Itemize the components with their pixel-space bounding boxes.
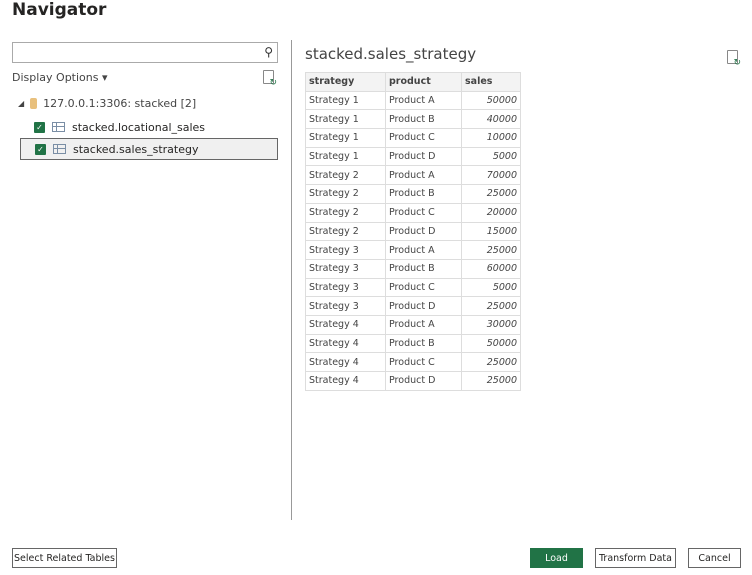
table-row: Strategy 4 Product C 25000 bbox=[305, 352, 521, 372]
table-cell: Strategy 2 bbox=[305, 184, 386, 204]
table-cell: Product D bbox=[385, 146, 462, 167]
column-header: sales bbox=[461, 72, 521, 92]
table-cell: Strategy 3 bbox=[305, 277, 386, 298]
table-row: Strategy 1 Product A 50000 bbox=[305, 90, 521, 111]
search-input[interactable]: ⚲ bbox=[12, 42, 278, 63]
table-cell: Product B bbox=[385, 109, 462, 130]
table-row: Strategy 2 Product C 20000 bbox=[305, 202, 521, 223]
table-cell: Product C bbox=[385, 277, 462, 298]
tree-item-locational-sales[interactable]: ✓ stacked.locational_sales bbox=[20, 116, 278, 138]
table-icon bbox=[52, 122, 65, 132]
table-row: Strategy 3 Product C 5000 bbox=[305, 277, 521, 298]
table-cell: Strategy 4 bbox=[305, 314, 386, 335]
column-header: strategy bbox=[305, 72, 386, 92]
column-header: product bbox=[385, 72, 462, 92]
table-row: Strategy 4 Product B 50000 bbox=[305, 333, 521, 354]
pane-divider[interactable] bbox=[291, 40, 292, 520]
tree-item-sales-strategy[interactable]: ✓ stacked.sales_strategy bbox=[20, 138, 278, 160]
table-cell: 25000 bbox=[461, 296, 521, 316]
table-cell: Product B bbox=[385, 184, 462, 204]
table-row: Strategy 3 Product D 25000 bbox=[305, 296, 521, 316]
table-cell: 30000 bbox=[461, 314, 521, 335]
table-row: Strategy 3 Product A 25000 bbox=[305, 240, 521, 260]
table-cell: 25000 bbox=[461, 184, 521, 204]
table-cell: Product D bbox=[385, 221, 462, 242]
table-cell: 25000 bbox=[461, 352, 521, 372]
table-row: Strategy 2 Product D 15000 bbox=[305, 221, 521, 242]
table-cell: 70000 bbox=[461, 165, 521, 186]
display-options-dropdown[interactable]: Display Options ▾ bbox=[12, 71, 108, 84]
load-button[interactable]: Load bbox=[530, 548, 583, 568]
preview-title: stacked.sales_strategy bbox=[305, 45, 477, 63]
collapse-triangle-icon[interactable]: ◢ bbox=[18, 99, 24, 108]
table-row: Strategy 1 Product C 10000 bbox=[305, 128, 521, 148]
table-cell: Strategy 4 bbox=[305, 333, 386, 354]
table-cell: Strategy 3 bbox=[305, 258, 386, 279]
table-row: Strategy 1 Product B 40000 bbox=[305, 109, 521, 130]
table-cell: Product B bbox=[385, 258, 462, 279]
table-row: Strategy 1 Product D 5000 bbox=[305, 146, 521, 167]
table-cell: Product A bbox=[385, 240, 462, 260]
dialog-title: Navigator bbox=[12, 0, 107, 20]
table-cell: 5000 bbox=[461, 277, 521, 298]
table-cell: Product A bbox=[385, 165, 462, 186]
table-cell: Strategy 1 bbox=[305, 146, 386, 167]
search-icon[interactable]: ⚲ bbox=[264, 45, 273, 59]
table-cell: Product C bbox=[385, 202, 462, 223]
tree-node-server[interactable]: ◢ 127.0.0.1:3306: stacked [2] bbox=[18, 97, 196, 110]
table-cell: Product B bbox=[385, 333, 462, 354]
table-row: Strategy 4 Product D 25000 bbox=[305, 371, 521, 391]
table-cell: Strategy 1 bbox=[305, 90, 386, 111]
tree-item-label: stacked.sales_strategy bbox=[73, 142, 199, 156]
transform-data-button[interactable]: Transform Data bbox=[595, 548, 676, 568]
table-cell: Strategy 1 bbox=[305, 109, 386, 130]
table-cell: Product C bbox=[385, 352, 462, 372]
table-cell: Strategy 3 bbox=[305, 296, 386, 316]
table-row: Strategy 4 Product A 30000 bbox=[305, 314, 521, 335]
table-cell: Strategy 3 bbox=[305, 240, 386, 260]
table-row: Strategy 2 Product A 70000 bbox=[305, 165, 521, 186]
table-cell: Strategy 4 bbox=[305, 352, 386, 372]
table-cell: 50000 bbox=[461, 333, 521, 354]
table-cell: 10000 bbox=[461, 128, 521, 148]
tree-item-label: stacked.locational_sales bbox=[72, 120, 206, 134]
table-cell: 5000 bbox=[461, 146, 521, 167]
table-cell: Strategy 2 bbox=[305, 221, 386, 242]
table-cell: 25000 bbox=[461, 240, 521, 260]
table-cell: Strategy 1 bbox=[305, 128, 386, 148]
checkbox-checked-icon[interactable]: ✓ bbox=[35, 143, 46, 155]
select-related-tables-button[interactable]: Select Related Tables bbox=[12, 548, 117, 568]
tree-node-label: 127.0.0.1:3306: stacked [2] bbox=[43, 97, 197, 110]
table-cell: Strategy 2 bbox=[305, 202, 386, 223]
table-cell: Product A bbox=[385, 90, 462, 111]
table-cell: 20000 bbox=[461, 202, 521, 223]
table-cell: 25000 bbox=[461, 371, 521, 391]
table-cell: Strategy 4 bbox=[305, 371, 386, 391]
table-cell: Product D bbox=[385, 371, 462, 391]
table-cell: Product A bbox=[385, 314, 462, 335]
table-cell: Product D bbox=[385, 296, 462, 316]
table-cell: 15000 bbox=[461, 221, 521, 242]
table-cell: Strategy 2 bbox=[305, 165, 386, 186]
table-cell: 40000 bbox=[461, 109, 521, 130]
preview-table: strategy product sales Strategy 1 Product… bbox=[305, 72, 521, 391]
table-cell: 60000 bbox=[461, 258, 521, 279]
table-icon bbox=[53, 144, 66, 154]
table-cell: 50000 bbox=[461, 90, 521, 111]
table-row: Strategy 3 Product B 60000 bbox=[305, 258, 521, 279]
cancel-button[interactable]: Cancel bbox=[688, 548, 741, 568]
table-cell: Product C bbox=[385, 128, 462, 148]
database-icon bbox=[30, 98, 38, 109]
table-row: Strategy 2 Product B 25000 bbox=[305, 184, 521, 204]
checkbox-checked-icon[interactable]: ✓ bbox=[34, 121, 45, 133]
